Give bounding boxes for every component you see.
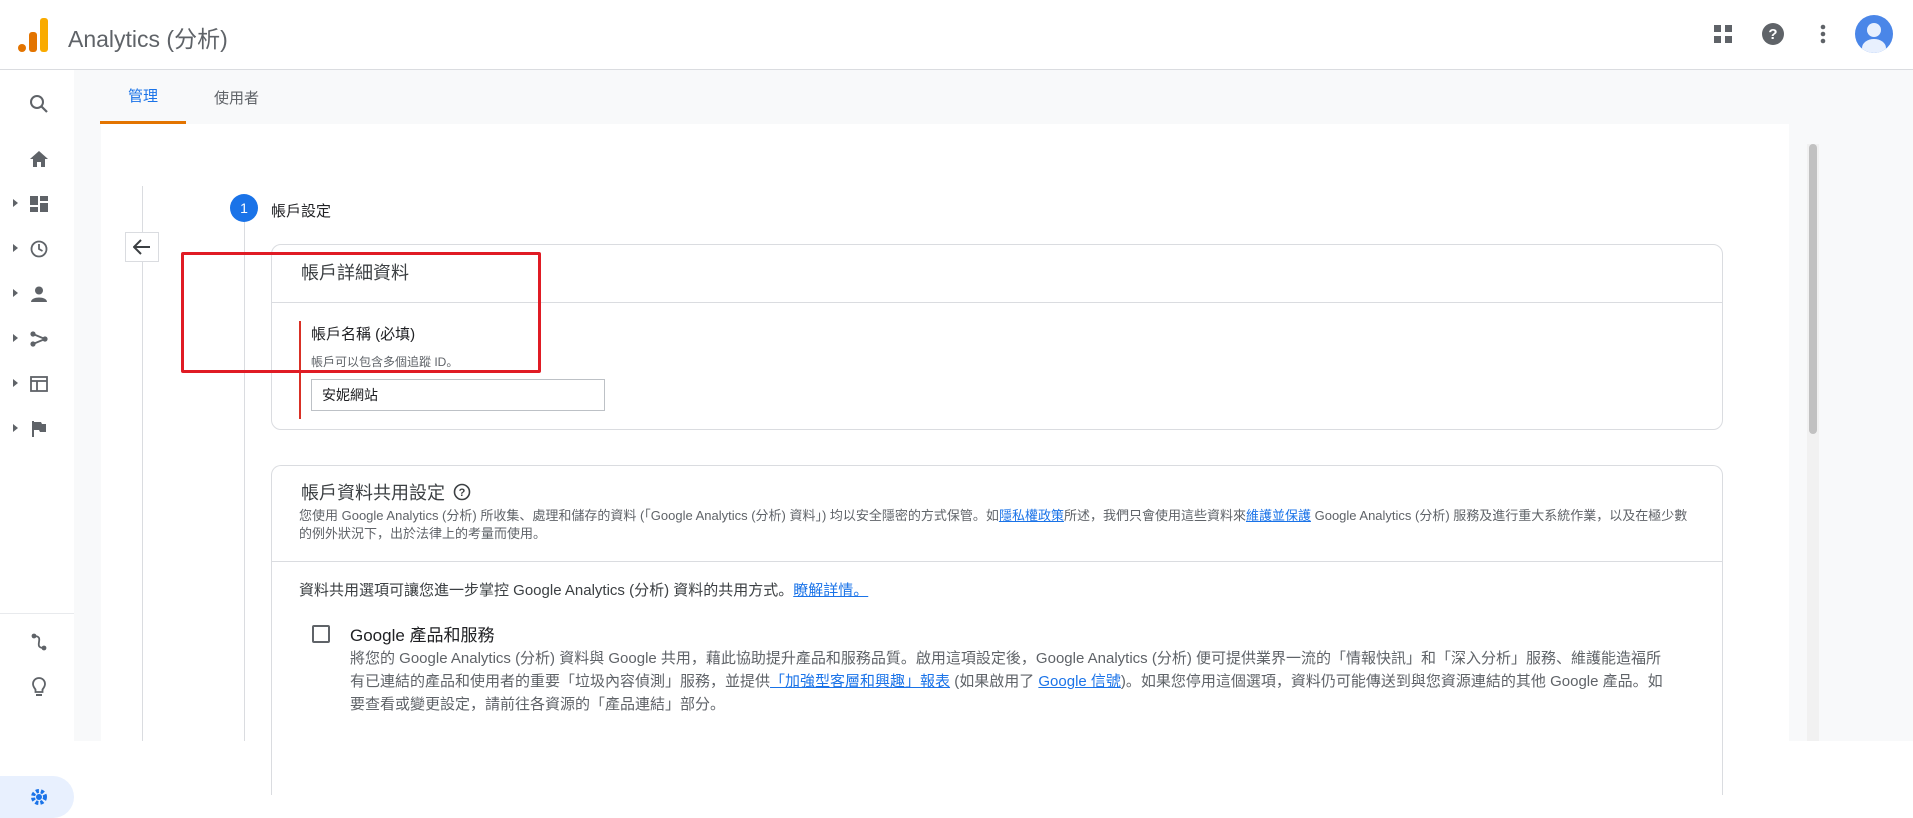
- maintain-protect-link[interactable]: 維護並保護: [1246, 508, 1311, 523]
- gear-icon[interactable]: [0, 777, 74, 817]
- person-icon: [31, 286, 47, 302]
- sharing-intro: 資料共用選項可讓您進一步掌控 Google Analytics (分析) 資料的…: [299, 582, 869, 599]
- data-sharing-card: 帳戶資料共用設定 ? 您使用 Google Analytics (分析) 所收集…: [271, 465, 1723, 795]
- account-name-input[interactable]: [311, 379, 605, 411]
- dashboard-icon: [30, 196, 48, 212]
- divider: [272, 561, 1722, 562]
- sidebar-item-behavior[interactable]: [0, 364, 74, 404]
- top-app-bar: Analytics (分析) ?: [0, 0, 1913, 70]
- left-nav: [0, 70, 74, 818]
- step-number: 1: [230, 194, 258, 222]
- sidebar-divider: [0, 613, 74, 614]
- home-icon[interactable]: [0, 139, 74, 179]
- scrollbar-thumb[interactable]: [1809, 144, 1817, 434]
- tab-admin[interactable]: 管理: [100, 70, 187, 124]
- app-title: Analytics (分析): [68, 26, 228, 52]
- acquisition-icon: [30, 331, 48, 347]
- svg-text:?: ?: [1768, 26, 1777, 43]
- admin-tabs: 管理 使用者: [100, 70, 287, 124]
- demographics-report-link[interactable]: 「加強型客層和興趣」報表: [770, 673, 950, 690]
- sidebar-item-acquisition[interactable]: [0, 319, 74, 359]
- main-content: 管理 使用者 1 帳戶設定 帳戶詳細資料 帳戶名稱 (必填) 帳戶可以包含多個追…: [74, 70, 1913, 795]
- lightbulb-icon[interactable]: [0, 667, 74, 707]
- data-sharing-title: 帳戶資料共用設定: [301, 483, 445, 503]
- sidebar-item-audience[interactable]: [0, 274, 74, 314]
- behavior-icon: [30, 376, 48, 392]
- more-vert-icon[interactable]: [1805, 16, 1841, 52]
- step-title: 帳戶設定: [271, 203, 332, 220]
- flag-icon: [32, 421, 46, 437]
- google-products-title: Google 產品和服務: [350, 626, 495, 645]
- outline-line-outer: [142, 186, 143, 741]
- sidebar-item-conversions[interactable]: [0, 409, 74, 449]
- data-sharing-title-row: 帳戶資料共用設定 ?: [301, 479, 471, 505]
- attribution-icon[interactable]: [0, 622, 74, 662]
- apps-grid-icon[interactable]: [1705, 16, 1741, 52]
- search-icon[interactable]: [0, 84, 74, 124]
- setup-panel: 1 帳戶設定 帳戶詳細資料 帳戶名稱 (必填) 帳戶可以包含多個追蹤 ID。 帳…: [101, 124, 1819, 795]
- google-signals-link[interactable]: Google 信號: [1038, 673, 1121, 690]
- learn-more-link[interactable]: 瞭解詳情。: [793, 582, 868, 599]
- help-icon[interactable]: ?: [1755, 16, 1791, 52]
- annotation-highlight-box: [181, 252, 541, 373]
- google-products-description: 將您的 Google Analytics (分析) 資料與 Google 共用，…: [350, 650, 1663, 713]
- account-avatar-icon[interactable]: [1855, 15, 1893, 53]
- back-button[interactable]: [125, 232, 159, 262]
- top-actions: ?: [1705, 15, 1893, 53]
- sidebar-item-customization[interactable]: [0, 184, 74, 224]
- data-sharing-description: 您使用 Google Analytics (分析) 所收集、處理和儲存的資料 (…: [299, 508, 1688, 541]
- analytics-logo[interactable]: [18, 16, 48, 52]
- clock-icon: [30, 240, 48, 258]
- svg-text:?: ?: [459, 487, 466, 499]
- privacy-policy-link[interactable]: 隱私權政策: [999, 508, 1064, 523]
- google-products-checkbox[interactable]: [312, 625, 330, 643]
- tab-users[interactable]: 使用者: [186, 70, 287, 124]
- help-outline-icon[interactable]: ?: [453, 483, 471, 501]
- sidebar-item-realtime[interactable]: [0, 229, 74, 269]
- arrow-back-icon: [133, 239, 150, 255]
